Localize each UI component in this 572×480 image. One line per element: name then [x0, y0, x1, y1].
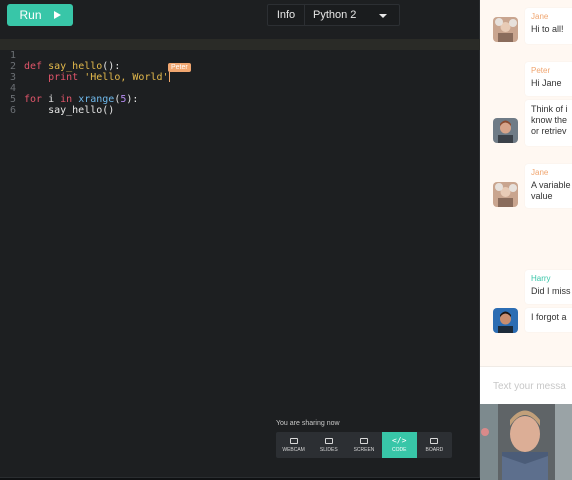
language-value: Python 2: [313, 9, 357, 21]
editor-options: Info Python 2: [267, 4, 400, 26]
code-line: 5 say_hello(): [9, 94, 115, 116]
chat-message: Jane Hi to all!: [525, 8, 572, 44]
screen-icon: [360, 437, 368, 444]
collaborator-cursor-tag: Peter: [168, 63, 191, 72]
info-button[interactable]: Info: [268, 5, 305, 25]
webcam-preview: [480, 404, 572, 480]
slides-icon: [324, 437, 333, 444]
code-line: 3: [0, 61, 480, 83]
slides-share-button[interactable]: SLIDES: [311, 432, 346, 458]
sharing-status-label: You are sharing now: [276, 420, 340, 427]
avatar: [493, 308, 518, 333]
code-area[interactable]: 1 def say_hello(): 2 print 'Hello, World…: [0, 39, 480, 116]
chat-panel: Jane Hi to all! Peter Hi Jane Think of i…: [480, 0, 572, 404]
sharing-toolbar: WEBCAM SLIDES SCREEN </> CODE BOARD: [276, 432, 452, 458]
run-label: Run: [19, 8, 42, 22]
chat-message: Think of i know the or retriev: [525, 100, 572, 146]
chat-message-input[interactable]: Text your messa: [480, 366, 572, 404]
chat-message: Harry Did I miss: [525, 270, 572, 304]
screen-share-button[interactable]: SCREEN: [346, 432, 381, 458]
language-select[interactable]: Python 2: [305, 5, 399, 25]
code-editor-panel: Run Info Python 2 1 def say_hello(): 2 p…: [0, 0, 480, 478]
avatar: [493, 17, 518, 42]
chat-input-placeholder: Text your messa: [493, 381, 566, 392]
avatar: [493, 182, 518, 207]
board-share-button[interactable]: BOARD: [417, 432, 452, 458]
avatar: [493, 118, 518, 143]
code-icon: </>: [391, 435, 407, 445]
code-line: 2 print 'Hello, World': [9, 61, 170, 83]
webcam-video-image: [480, 404, 572, 480]
line-number: 6: [9, 105, 16, 116]
chat-message: I forgot a: [525, 308, 572, 332]
code-line: 1 def say_hello():: [0, 39, 480, 72]
code-line: 6: [0, 94, 480, 116]
webcam-share-button[interactable]: WEBCAM: [276, 432, 311, 458]
chevron-down-icon: [379, 14, 387, 18]
webcam-icon: [289, 437, 298, 444]
chat-message: Peter Hi Jane: [525, 62, 572, 96]
code-line: 4 for i in xrange(5):: [9, 83, 139, 105]
run-button[interactable]: Run: [7, 4, 73, 26]
play-icon: [53, 11, 61, 19]
code-share-button[interactable]: </> CODE: [381, 432, 417, 458]
editor-toolbar: Run Info Python 2: [0, 0, 480, 34]
board-icon: [430, 437, 439, 444]
chat-message: Jane A variable value: [525, 164, 572, 208]
